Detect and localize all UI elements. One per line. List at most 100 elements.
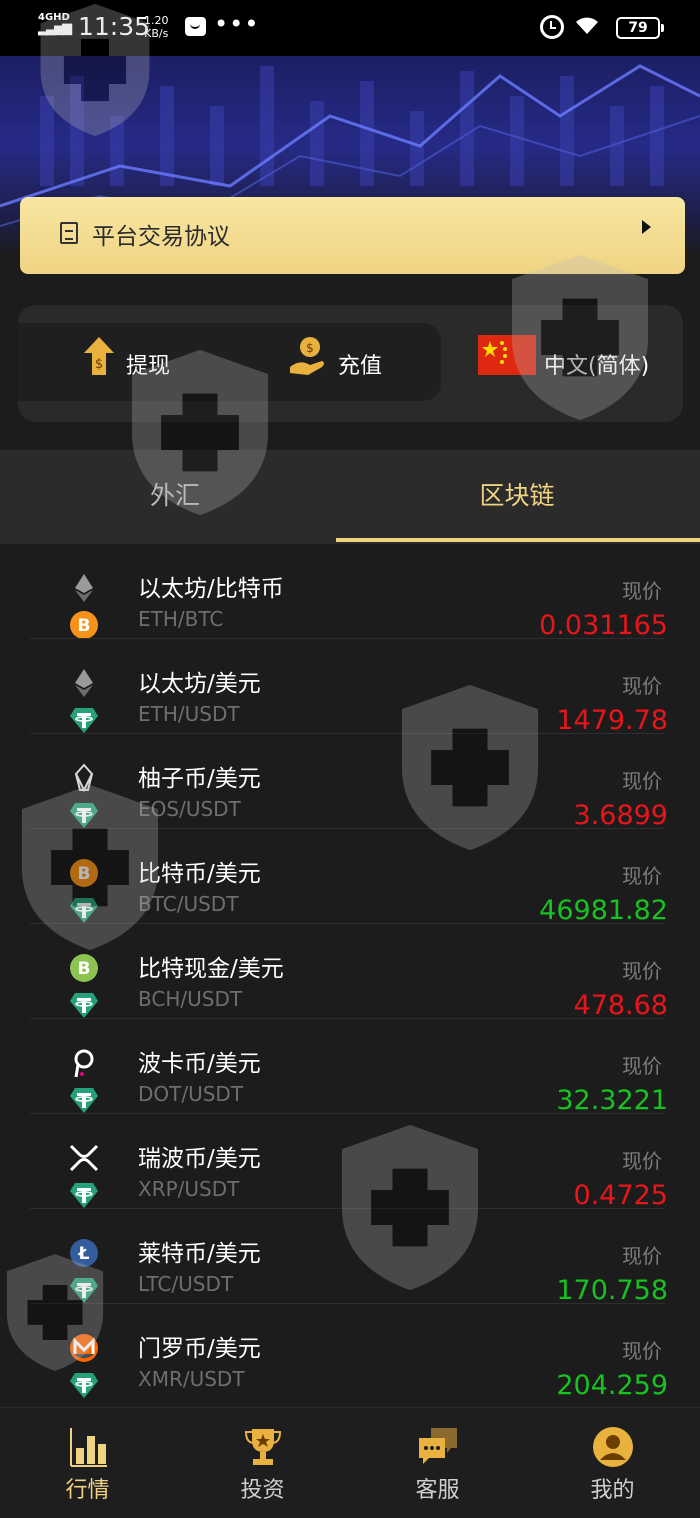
pair-symbol: DOT/USDT	[138, 1082, 244, 1106]
deposit-label: 充值	[338, 354, 383, 379]
language-selector[interactable]: 中文(简体)	[478, 335, 678, 385]
usdt-icon	[70, 1278, 98, 1303]
list-item[interactable]: 瑞波币/美元 XRP/USDT 现价 0.4725	[0, 1114, 700, 1211]
nav-label: 我的	[590, 1478, 635, 1503]
pair-symbol: ETH/BTC	[138, 607, 224, 631]
quick-actions-panel: $ 提现 $ 充值 中文(简体)	[18, 305, 683, 422]
usdt-icon	[70, 1373, 98, 1398]
usdt-icon	[70, 1088, 98, 1113]
pair-name: 瑞波币/美元	[138, 1146, 261, 1172]
price-value: 3.6899	[573, 800, 668, 831]
price-label: 现价	[622, 674, 662, 698]
withdraw-label: 提现	[126, 354, 171, 379]
list-item[interactable]: B 比特币/美元 BTC/USDT 现价 46981.82	[0, 829, 700, 926]
status-bar: 4GHD ▂▃▅▆ 11:35 1.20 KB/s ••• 79	[0, 0, 700, 56]
xmr-icon	[70, 1334, 98, 1362]
pair-name: 莱特币/美元	[138, 1241, 261, 1267]
list-item[interactable]: Ł 莱特币/美元 LTC/USDT 现价 170.758	[0, 1209, 700, 1306]
market-tabs: 外汇 区块链	[0, 450, 700, 544]
speed-unit: KB/s	[144, 27, 169, 40]
eth-icon	[75, 669, 93, 697]
pair-symbol: BCH/USDT	[138, 987, 243, 1011]
svg-text:$: $	[95, 357, 103, 372]
message-icon	[185, 17, 206, 36]
pair-symbol: XMR/USDT	[138, 1367, 245, 1391]
price-label: 现价	[622, 1054, 662, 1078]
price-value: 0.4725	[573, 1180, 668, 1211]
btc-icon: B	[70, 611, 98, 639]
dot-icon	[74, 1049, 94, 1078]
ltc-icon: Ł	[70, 1239, 98, 1267]
price-label: 现价	[622, 1149, 662, 1173]
price-label: 现价	[622, 1339, 662, 1363]
tab-forex[interactable]: 外汇	[0, 450, 350, 544]
usdt-icon	[70, 898, 98, 923]
document-icon	[60, 222, 78, 244]
list-item[interactable]: 柚子币/美元 EOS/USDT 现价 3.6899	[0, 734, 700, 831]
svg-text:B: B	[78, 616, 91, 636]
nav-market[interactable]: 行情	[0, 1408, 175, 1518]
btc-icon: B	[70, 859, 98, 887]
list-item[interactable]: B 以太坊/比特币 ETH/BTC 现价 0.031165	[0, 544, 700, 641]
usdt-icon	[70, 708, 98, 733]
clock: 11:35	[78, 12, 151, 41]
price-value: 170.758	[556, 1275, 668, 1306]
price-value: 46981.82	[539, 895, 668, 926]
list-item[interactable]: B 比特现金/美元 BCH/USDT 现价 478.68	[0, 924, 700, 1021]
list-item[interactable]: 波卡币/美元 DOT/USDT 现价 32.3221	[0, 1019, 700, 1116]
list-item[interactable]: 以太坊/美元 ETH/USDT 现价 1479.78	[0, 639, 700, 736]
nav-invest[interactable]: 投资	[175, 1408, 350, 1518]
pair-symbol: BTC/USDT	[138, 892, 239, 916]
network-indicator: 4GHD ▂▃▅▆	[38, 12, 72, 36]
price-label: 现价	[622, 864, 662, 888]
pair-name: 门罗币/美元	[138, 1336, 261, 1362]
price-value: 32.3221	[556, 1085, 668, 1116]
price-label: 现价	[622, 579, 662, 603]
price-value: 478.68	[573, 990, 668, 1021]
nav-label: 行情	[65, 1478, 110, 1503]
nav-profile[interactable]: 我的	[525, 1408, 700, 1518]
trading-agreement-bar[interactable]: 平台交易协议	[20, 197, 685, 274]
withdraw-icon: $	[84, 337, 114, 375]
usdt-icon	[70, 803, 98, 828]
pair-name: 以太坊/比特币	[138, 576, 284, 602]
more-notifications: •••	[214, 10, 260, 38]
usdt-icon	[70, 1183, 98, 1208]
agreement-label: 平台交易协议	[92, 224, 230, 250]
price-value: 0.031165	[539, 610, 668, 641]
trophy-icon	[244, 1429, 282, 1465]
bar-chart-icon	[70, 1428, 107, 1467]
arrow-right-icon	[642, 220, 651, 234]
withdraw-button[interactable]: $ 提现	[82, 335, 212, 385]
tab-blockchain[interactable]: 区块链	[342, 450, 692, 544]
pair-name: 以太坊/美元	[138, 671, 261, 697]
wifi-icon	[574, 14, 600, 42]
pair-symbol: EOS/USDT	[138, 797, 241, 821]
bottom-navigation: 行情 投资 客服 我的	[0, 1407, 700, 1518]
battery-icon: 79	[616, 17, 664, 39]
battery-level: 79	[628, 20, 648, 36]
deposit-button[interactable]: $ 充值	[288, 335, 418, 385]
svg-text:$: $	[306, 341, 314, 355]
deposit-icon: $	[290, 337, 324, 375]
signal-icon: ▂▃▅▆	[38, 21, 72, 36]
svg-text:B: B	[78, 959, 91, 979]
eos-icon	[74, 763, 94, 793]
language-label: 中文(简体)	[544, 354, 650, 379]
price-label: 现价	[622, 769, 662, 793]
user-icon	[593, 1427, 633, 1467]
svg-text:Ł: Ł	[78, 1244, 90, 1264]
alarm-icon	[540, 15, 564, 39]
eth-icon	[75, 574, 93, 602]
pair-name: 比特现金/美元	[138, 956, 284, 982]
pair-name: 波卡币/美元	[138, 1051, 261, 1077]
list-item[interactable]: 门罗币/美元 XMR/USDT 现价 204.259	[0, 1304, 700, 1401]
speed-value: 1.20	[144, 14, 169, 27]
chat-icon	[419, 1428, 457, 1464]
bch-icon: B	[70, 954, 98, 982]
svg-text:B: B	[78, 864, 91, 884]
nav-support[interactable]: 客服	[350, 1408, 525, 1518]
nav-label: 投资	[240, 1478, 285, 1503]
nav-label: 客服	[415, 1478, 460, 1503]
active-tab-indicator	[336, 538, 700, 542]
